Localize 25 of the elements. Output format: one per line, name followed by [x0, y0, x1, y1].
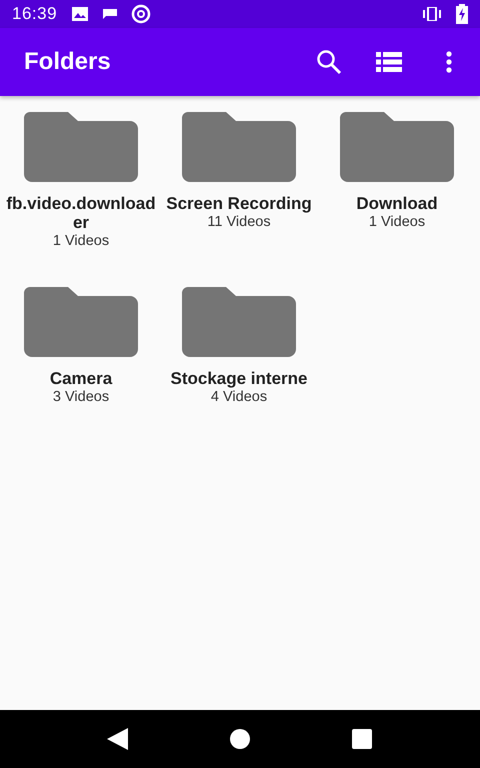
- video-count: 11 Videos: [207, 213, 271, 232]
- folder-name: Screen Recording: [166, 194, 312, 213]
- message-icon: [103, 9, 118, 19]
- folder-name: Download: [356, 194, 438, 213]
- sync-icon: [131, 4, 152, 24]
- status-time: 16:39: [12, 4, 58, 24]
- vibrate-icon: [422, 7, 442, 21]
- image-icon: [71, 6, 90, 22]
- folder-icon[interactable]: [340, 112, 454, 182]
- video-count: 4 Videos: [210, 388, 268, 407]
- video-count: 3 Videos: [52, 388, 110, 407]
- folder-icon[interactable]: [24, 287, 138, 357]
- battery-icon: [456, 4, 468, 24]
- home-icon[interactable]: [229, 728, 251, 750]
- folder-name: fb.video.downloader: [5, 194, 157, 232]
- recents-icon[interactable]: [351, 728, 373, 750]
- back-icon[interactable]: [107, 728, 129, 750]
- folder-name: Camera: [50, 369, 112, 388]
- folder-icon[interactable]: [24, 112, 138, 182]
- folder-name: Stockage interne: [170, 369, 308, 388]
- video-count: 1 Videos: [368, 213, 426, 232]
- folder-icon[interactable]: [182, 112, 296, 182]
- folder-icon[interactable]: [182, 287, 296, 357]
- app-title: Folders: [24, 48, 112, 76]
- video-count: 1 Videos: [52, 232, 110, 251]
